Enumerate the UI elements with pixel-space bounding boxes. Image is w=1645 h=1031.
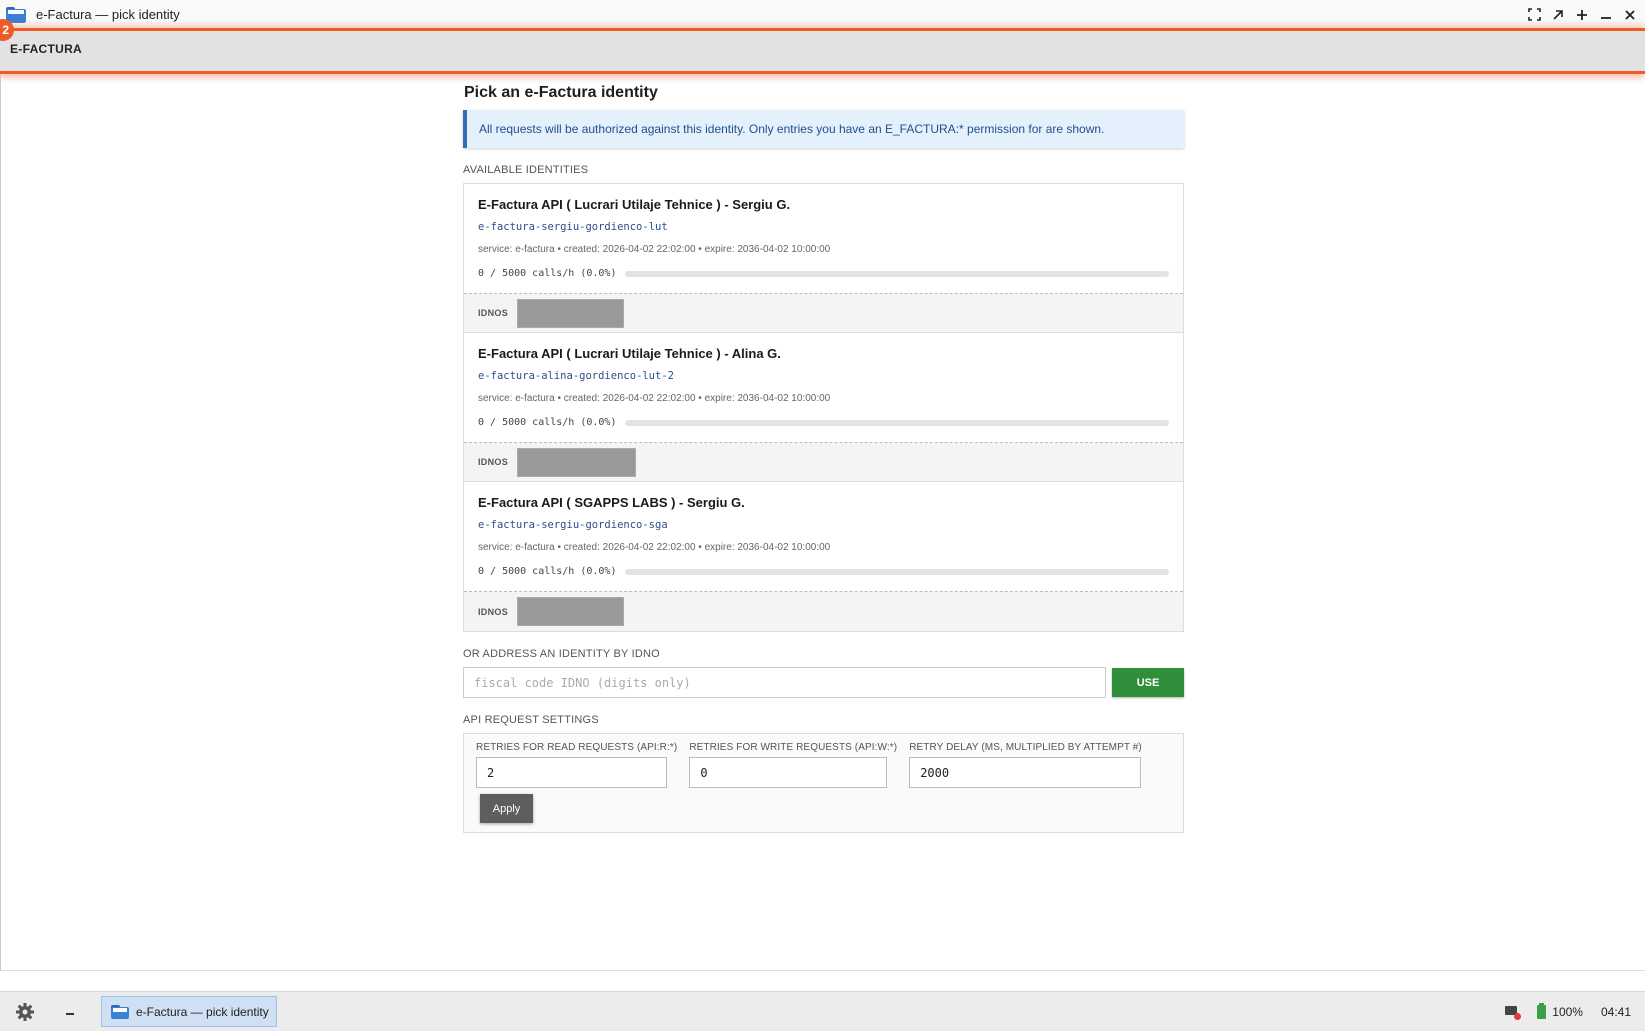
close-icon[interactable] [1623,8,1637,22]
identity-meta: service: e-factura • created: 2026-04-02… [478,244,831,255]
identity-card[interactable]: E-Factura API ( SGAPPS LABS ) - Sergiu G… [464,482,1183,631]
usage-progress-bar [625,568,1169,575]
system-tray: 100% 04:41 [1505,1002,1631,1020]
identity-list: E-Factura API ( Lucrari Utilaje Tehnice … [463,183,1184,632]
window-left-border [0,74,1,970]
usage-text: 0 / 5000 calls/h (0.0%) [478,268,617,279]
available-identities-label: AVAILABLE IDENTITIES [463,164,589,176]
identity-name: E-Factura API ( SGAPPS LABS ) - Sergiu G… [478,495,745,510]
battery-icon [1537,1002,1547,1019]
usage-progress-bar [625,419,1169,426]
retry-delay-field: RETRY DELAY (MS, MULTIPLIED BY ATTEMPT #… [909,742,1142,788]
usage-text: 0 / 5000 calls/h (0.0%) [478,417,617,428]
write-retries-input[interactable] [689,757,888,788]
minimize-icon[interactable] [1599,8,1613,22]
folder-icon [111,1004,129,1019]
taskbar-task-efactura[interactable]: e-Factura — pick identity [101,996,277,1027]
idno-section-label: OR ADDRESS AN IDENTITY BY IDNO [463,648,660,660]
info-notice: All requests will be authorized against … [463,110,1184,148]
identity-meta: service: e-factura • created: 2026-04-02… [478,393,831,404]
identity-meta: service: e-factura • created: 2026-04-02… [478,542,831,553]
read-retries-input[interactable] [476,757,667,788]
idno-input[interactable] [463,667,1106,698]
page-title: Pick an e-Factura identity [464,84,658,101]
settings-section-label: API REQUEST SETTINGS [463,714,599,726]
idnos-label: IDNOS [478,308,509,318]
main-content: Pick an e-Factura identity All requests … [463,82,1184,833]
idno-chip-redacted[interactable] [517,447,637,477]
gear-icon[interactable] [15,1002,35,1022]
window-controls [1527,8,1637,22]
apply-button[interactable]: Apply [480,794,533,823]
identity-card[interactable]: E-Factura API ( Lucrari Utilaje Tehnice … [464,333,1183,482]
usage-progress-bar [625,270,1169,277]
identity-slug: e-factura-alina-gordienco-lut-2 [478,370,674,382]
taskbar: e-Factura — pick identity 100% 04:41 [0,991,1645,1031]
taskbar-task-label: e-Factura — pick identity [136,1004,269,1019]
write-retries-label: RETRIES FOR WRITE REQUESTS (API:W:*) [689,742,898,753]
identity-usage: 0 / 5000 calls/h (0.0%) [478,268,1169,279]
idnos-label: IDNOS [478,457,509,467]
read-retries-field: RETRIES FOR READ REQUESTS (API:R:*) [476,742,677,788]
window-bottom-border [0,970,1645,971]
identity-usage: 0 / 5000 calls/h (0.0%) [478,566,1169,577]
maximize-icon[interactable] [1575,8,1589,22]
battery-level: 100% [1552,1004,1583,1019]
identity-usage: 0 / 5000 calls/h (0.0%) [478,417,1169,428]
window-titlebar: e-Factura — pick identity [0,0,1645,30]
write-retries-field: RETRIES FOR WRITE REQUESTS (API:W:*) [689,742,897,788]
restore-icon[interactable] [1551,8,1565,22]
read-retries-label: RETRIES FOR READ REQUESTS (API:R:*) [476,742,678,753]
battery-indicator[interactable]: 100% [1537,1002,1583,1019]
idnos-row: IDNOS [464,592,1183,631]
identity-card[interactable]: E-Factura API ( Lucrari Utilaje Tehnice … [464,184,1183,333]
identity-name: E-Factura API ( Lucrari Utilaje Tehnice … [478,346,781,361]
identity-slug: e-factura-sergiu-gordienco-sga [478,519,668,531]
idno-chip-redacted[interactable] [517,298,625,328]
identity-slug: e-factura-sergiu-gordienco-lut [478,221,668,233]
idno-row: USE [463,667,1184,698]
idnos-label: IDNOS [478,606,509,617]
app-header: 2 E-FACTURA [0,19,1645,74]
identity-name: E-Factura API ( Lucrari Utilaje Tehnice … [478,197,791,212]
retry-delay-input[interactable] [909,757,1142,788]
minimize-all-icon[interactable] [63,1005,77,1019]
network-disconnected-icon[interactable] [1505,1005,1522,1020]
retry-delay-label: RETRY DELAY (MS, MULTIPLIED BY ATTEMPT #… [909,742,1142,753]
fullscreen-icon[interactable] [1527,8,1541,22]
use-button[interactable]: USE [1112,668,1184,697]
window-title: e-Factura — pick identity [36,7,180,22]
idnos-row: IDNOS [464,443,1183,482]
usage-text: 0 / 5000 calls/h (0.0%) [478,566,617,577]
idnos-row: IDNOS [464,294,1183,333]
idno-chip-redacted[interactable] [517,597,625,626]
clock[interactable]: 04:41 [1601,1005,1631,1019]
api-settings-panel: RETRIES FOR READ REQUESTS (API:R:*) RETR… [463,733,1184,833]
app-brand[interactable]: E-FACTURA [10,42,82,56]
